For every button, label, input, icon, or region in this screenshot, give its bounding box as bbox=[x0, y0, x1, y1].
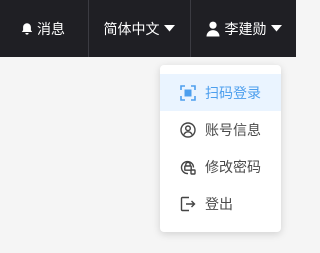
caret-down-icon bbox=[163, 25, 175, 32]
bell-icon bbox=[20, 22, 34, 36]
menu-item-scan-login[interactable]: 扫码登录 bbox=[160, 74, 281, 111]
top-navigation-bar: 消息 简体中文 李建勋 bbox=[0, 0, 296, 57]
menu-item-label: 登出 bbox=[205, 196, 233, 213]
menu-item-logout[interactable]: 登出 bbox=[160, 185, 281, 222]
menu-item-label: 扫码登录 bbox=[205, 85, 261, 102]
language-label: 简体中文 bbox=[103, 21, 160, 38]
menu-item-label: 修改密码 bbox=[205, 159, 261, 176]
caret-down-icon bbox=[270, 25, 282, 32]
menu-item-account-info[interactable]: 账号信息 bbox=[160, 111, 281, 148]
password-lock-icon bbox=[179, 158, 197, 176]
account-icon bbox=[179, 121, 197, 139]
menu-item-label: 账号信息 bbox=[205, 122, 261, 139]
scan-icon bbox=[179, 84, 197, 102]
user-icon bbox=[206, 21, 220, 37]
user-dropdown-menu: 扫码登录 账号信息 修改密码 登出 bbox=[160, 65, 281, 232]
menu-item-change-password[interactable]: 修改密码 bbox=[160, 148, 281, 185]
messages-button[interactable]: 消息 bbox=[20, 0, 78, 57]
user-menu-button[interactable]: 李建勋 bbox=[191, 0, 296, 57]
logout-icon bbox=[179, 195, 197, 213]
language-selector[interactable]: 简体中文 bbox=[89, 0, 189, 57]
messages-label: 消息 bbox=[37, 21, 65, 38]
user-name: 李建勋 bbox=[224, 21, 267, 38]
